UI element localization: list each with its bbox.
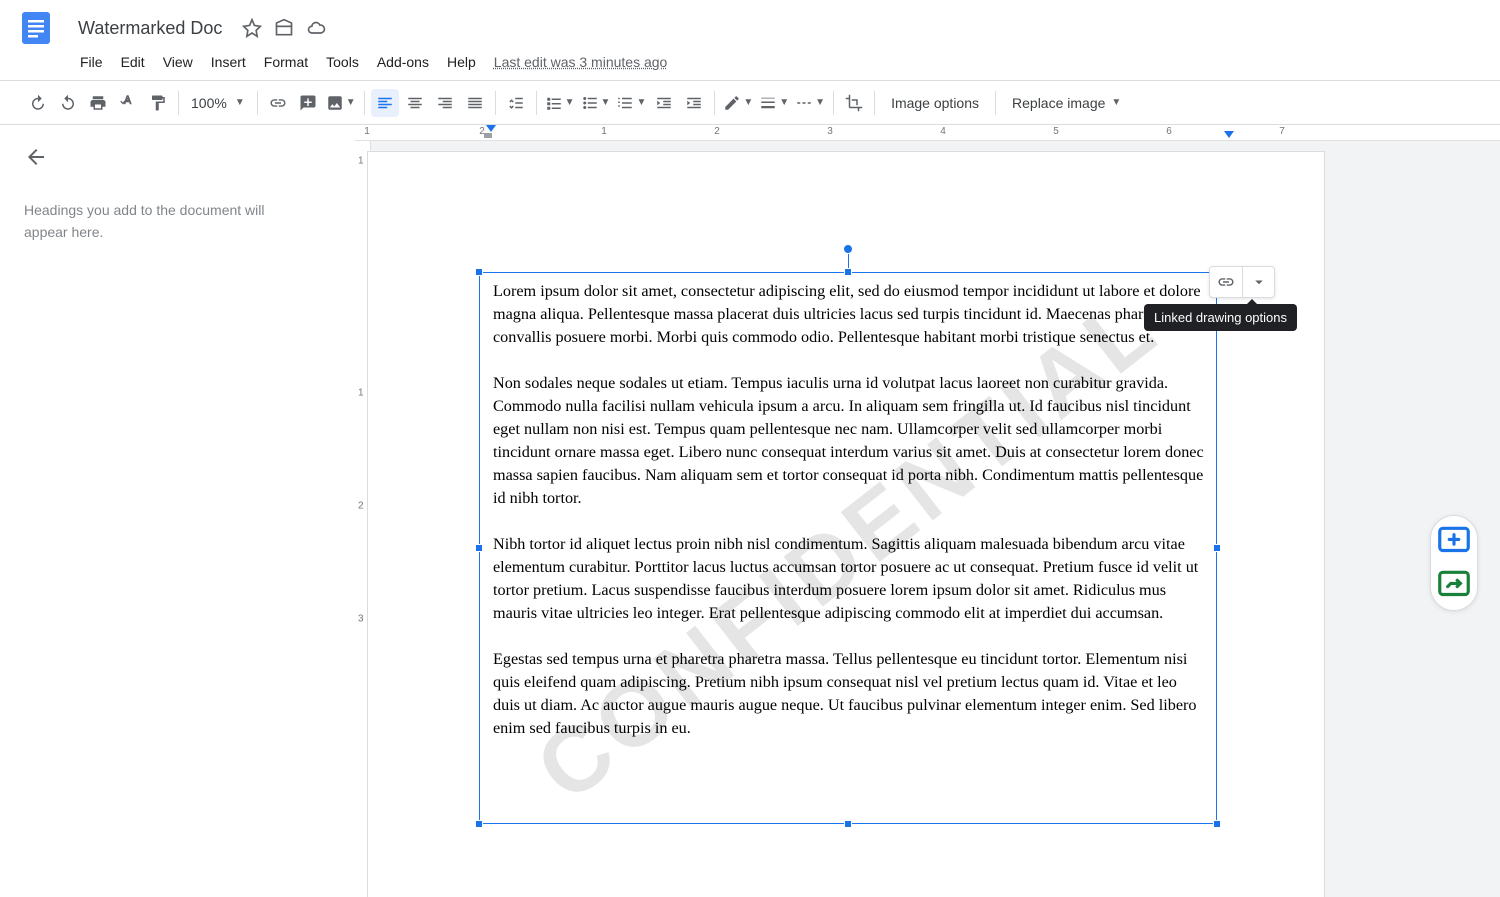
menu-tools[interactable]: Tools [318, 50, 367, 74]
ruler-tick: 3 [358, 614, 364, 625]
paragraph: Lorem ipsum dolor sit amet, consectetur … [493, 280, 1207, 349]
resize-handle-tm[interactable] [844, 268, 852, 276]
ruler-tick: 3 [827, 126, 833, 137]
border-dash-button[interactable]: ▼ [793, 89, 827, 117]
menu-insert[interactable]: Insert [203, 50, 254, 74]
insert-image-button[interactable]: ▼ [324, 89, 358, 117]
ruler-tick: 1 [601, 126, 607, 137]
resize-handle-tl[interactable] [475, 268, 483, 276]
align-right-button[interactable] [431, 89, 459, 117]
collab-buttons [1430, 515, 1478, 611]
paint-format-button[interactable] [144, 89, 172, 117]
image-options-button[interactable]: Image options [881, 89, 989, 117]
align-center-button[interactable] [401, 89, 429, 117]
outline-close-button[interactable] [24, 145, 48, 169]
menu-edit[interactable]: Edit [113, 50, 153, 74]
zoom-select[interactable]: 100%▼ [185, 95, 251, 111]
last-edit-link[interactable]: Last edit was 3 minutes ago [486, 50, 676, 74]
resize-handle-bm[interactable] [844, 820, 852, 828]
left-indent-marker[interactable] [484, 133, 492, 138]
insert-link-button[interactable] [264, 89, 292, 117]
replace-image-button[interactable]: Replace image▼ [1002, 89, 1131, 117]
linked-drawing-chip [1209, 266, 1275, 298]
border-weight-button[interactable]: ▼ [757, 89, 791, 117]
ruler-tick: 1 [358, 156, 364, 167]
cloud-status-icon[interactable] [306, 18, 326, 38]
paragraph: Non sodales neque sodales ut etiam. Temp… [493, 372, 1207, 510]
rotation-handle[interactable] [843, 244, 853, 254]
tooltip: Linked drawing options [1144, 304, 1297, 331]
ruler-tick: 4 [940, 126, 946, 137]
ruler-tick: 1 [358, 388, 364, 399]
horizontal-ruler[interactable]: 1 2 1 2 3 4 5 6 7 [355, 125, 1500, 141]
star-icon[interactable] [242, 18, 262, 38]
toolbar-separator [495, 91, 496, 115]
toolbar-separator [536, 91, 537, 115]
document-canvas[interactable]: 1 2 1 2 3 4 5 6 7 1 1 2 3 [355, 125, 1500, 897]
document-page[interactable]: CONFIDENTIAL Lorem ipsum dolor sit amet,… [367, 151, 1325, 897]
linked-object-icon[interactable] [1210, 267, 1242, 297]
redo-button[interactable] [54, 89, 82, 117]
suggest-edits-side-button[interactable] [1435, 566, 1473, 604]
toolbar-separator [833, 91, 834, 115]
print-button[interactable] [84, 89, 112, 117]
undo-button[interactable] [24, 89, 52, 117]
move-icon[interactable] [274, 18, 294, 38]
menu-format[interactable]: Format [256, 50, 316, 74]
app-header: Watermarked Doc File Edit View Insert Fo… [0, 0, 1500, 81]
ruler-tick: 7 [1279, 126, 1285, 137]
first-line-indent-marker[interactable] [486, 125, 496, 132]
toolbar-separator [995, 91, 996, 115]
drawing-body-text: Lorem ipsum dolor sit amet, consectetur … [493, 280, 1207, 763]
menu-help[interactable]: Help [439, 50, 484, 74]
menu-file[interactable]: File [72, 50, 111, 74]
crop-button[interactable] [840, 89, 868, 117]
outline-placeholder: Headings you add to the document will ap… [24, 199, 304, 243]
resize-handle-ml[interactable] [475, 544, 483, 552]
border-color-button[interactable]: ▼ [721, 89, 755, 117]
docs-logo[interactable] [16, 8, 56, 48]
linked-drawing-options-button[interactable] [1242, 267, 1274, 297]
paragraph: Nibh tortor id aliquet lectus proin nibh… [493, 533, 1207, 625]
align-left-button[interactable] [371, 89, 399, 117]
menu-addons[interactable]: Add-ons [369, 50, 437, 74]
checklist-button[interactable]: ▼ [543, 89, 577, 117]
resize-handle-br[interactable] [1213, 820, 1221, 828]
line-spacing-button[interactable] [502, 89, 530, 117]
resize-handle-bl[interactable] [475, 820, 483, 828]
decrease-indent-button[interactable] [650, 89, 678, 117]
workspace: Headings you add to the document will ap… [0, 125, 1500, 897]
toolbar-separator [178, 91, 179, 115]
ruler-tick: 2 [714, 126, 720, 137]
bulleted-list-button[interactable]: ▼ [579, 89, 613, 117]
outline-panel: Headings you add to the document will ap… [0, 125, 355, 897]
toolbar-separator [874, 91, 875, 115]
add-comment-side-button[interactable] [1435, 522, 1473, 560]
toolbar-separator [364, 91, 365, 115]
menu-view[interactable]: View [155, 50, 201, 74]
toolbar-separator [714, 91, 715, 115]
paragraph: Egestas sed tempus urna et pharetra phar… [493, 648, 1207, 740]
menu-bar: File Edit View Insert Format Tools Add-o… [0, 48, 1500, 80]
title-bar: Watermarked Doc [0, 0, 1500, 48]
ruler-tick: 6 [1166, 126, 1172, 137]
spellcheck-button[interactable] [114, 89, 142, 117]
align-justify-button[interactable] [461, 89, 489, 117]
ruler-tick: 5 [1053, 126, 1059, 137]
add-comment-button[interactable] [294, 89, 322, 117]
resize-handle-mr[interactable] [1213, 544, 1221, 552]
right-indent-marker[interactable] [1224, 131, 1234, 138]
increase-indent-button[interactable] [680, 89, 708, 117]
ruler-tick: 1 [364, 126, 370, 137]
toolbar: 100%▼ ▼ ▼ ▼ ▼ ▼ ▼ ▼ Image options Replac… [0, 81, 1500, 125]
numbered-list-button[interactable]: ▼ [614, 89, 648, 117]
selected-drawing[interactable]: CONFIDENTIAL Lorem ipsum dolor sit amet,… [479, 272, 1217, 824]
toolbar-separator [257, 91, 258, 115]
document-title[interactable]: Watermarked Doc [72, 16, 228, 41]
ruler-tick: 2 [358, 501, 364, 512]
